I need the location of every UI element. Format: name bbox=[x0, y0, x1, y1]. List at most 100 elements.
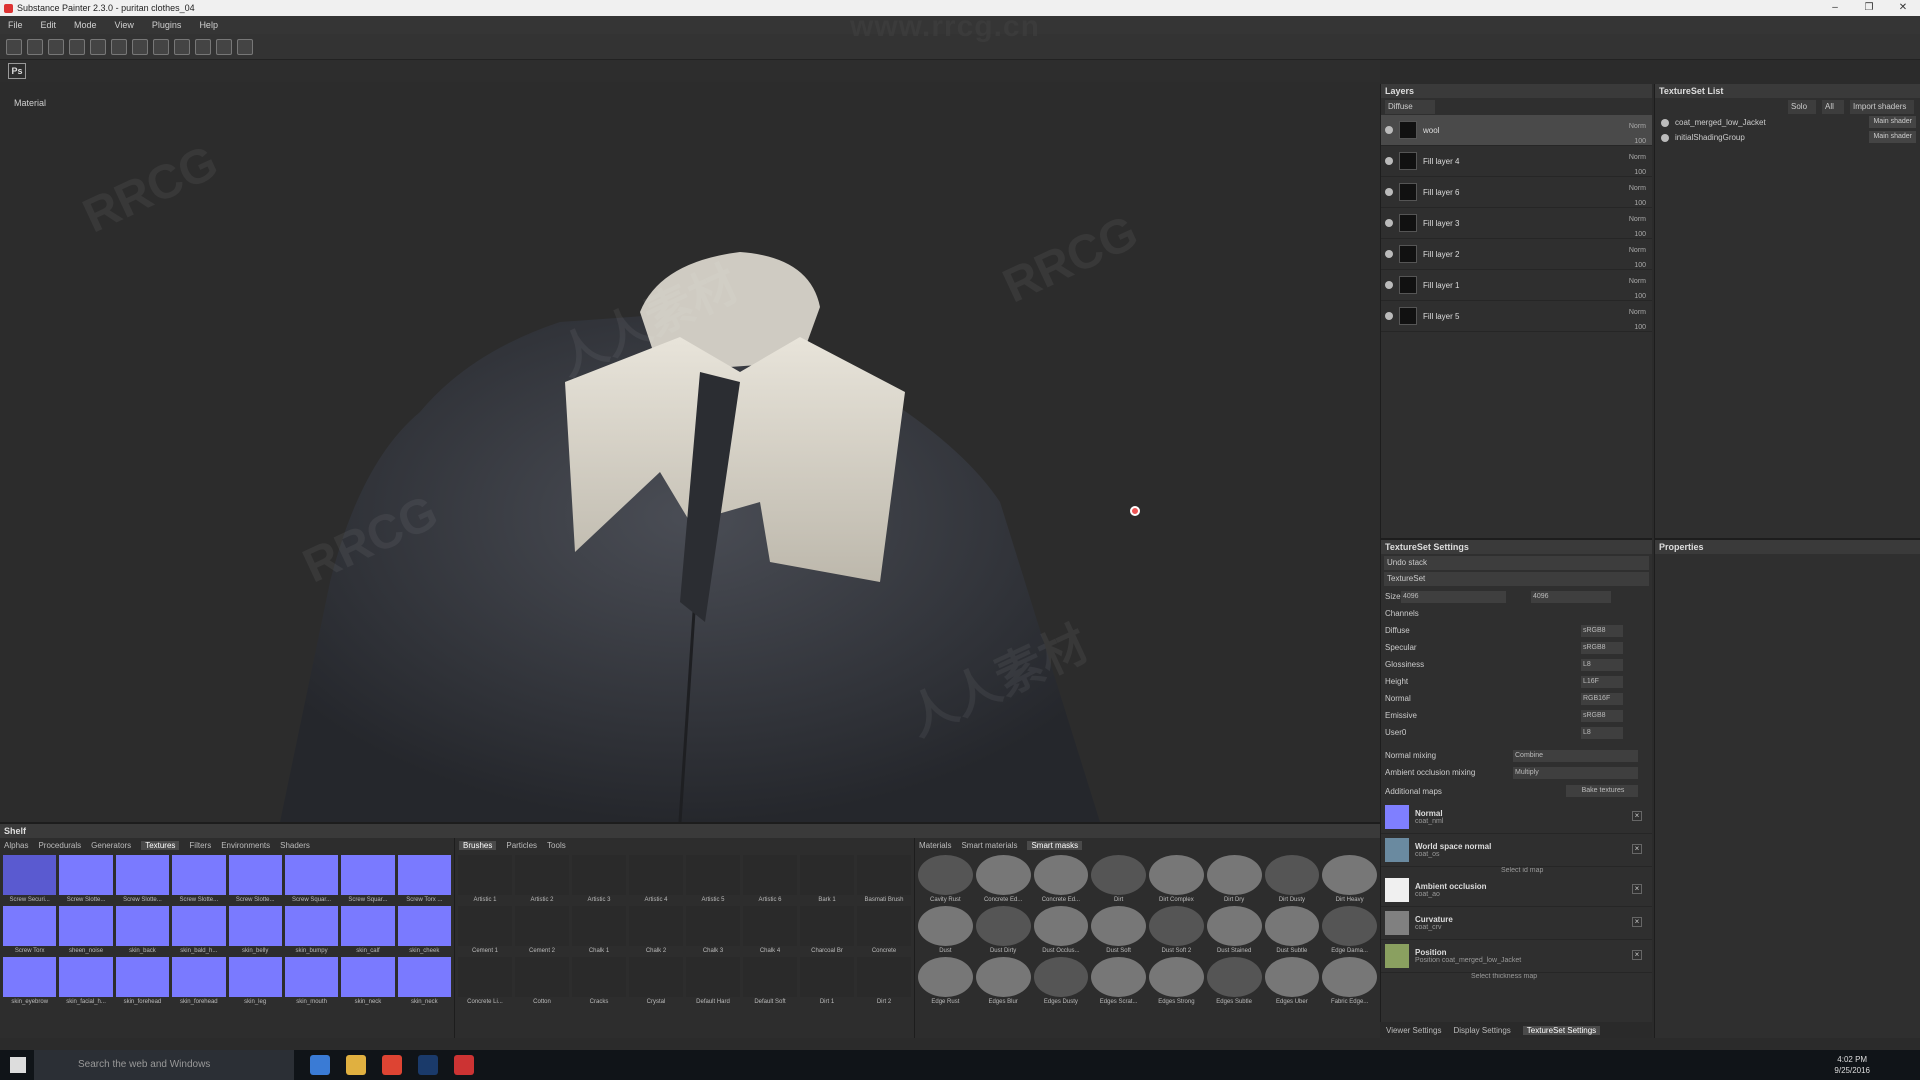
shelf-item[interactable]: Cement 1 bbox=[458, 906, 512, 954]
shelf-item[interactable]: skin_bumpy bbox=[284, 906, 339, 954]
shelf-tab[interactable]: Tools bbox=[547, 841, 566, 850]
shelf-item[interactable]: Default Soft bbox=[743, 957, 797, 1005]
geometry-decal-icon[interactable] bbox=[69, 38, 85, 55]
shelf-tab[interactable]: Environments bbox=[221, 841, 270, 850]
mirror-icon[interactable] bbox=[174, 38, 190, 55]
shader-select[interactable]: Main shader bbox=[1869, 116, 1916, 128]
shelf-tab[interactable]: Filters bbox=[189, 841, 211, 850]
textureset-item[interactable]: coat_merged_low_Jacket Main shader bbox=[1655, 115, 1920, 130]
shelf-item[interactable]: skin_eyebrow bbox=[3, 957, 57, 1005]
polygon-fill-icon[interactable] bbox=[90, 38, 106, 55]
visibility-icon[interactable] bbox=[1661, 118, 1669, 127]
shelf-item[interactable]: Concrete Ed... bbox=[1033, 855, 1089, 903]
remove-map-icon[interactable]: × bbox=[1632, 950, 1642, 960]
maximize-button[interactable]: ❐ bbox=[1852, 0, 1886, 16]
visibility-icon[interactable] bbox=[1385, 219, 1393, 227]
remove-map-icon[interactable]: × bbox=[1632, 884, 1642, 894]
channel-format-dropdown[interactable]: L8 bbox=[1581, 658, 1623, 671]
taskbar-search[interactable]: Search the web and Windows bbox=[34, 1050, 294, 1080]
shelf-item[interactable]: Artistic 4 bbox=[629, 855, 683, 903]
view-mode-icon[interactable] bbox=[237, 38, 253, 55]
shelf-item[interactable]: skin_mouth bbox=[284, 957, 339, 1005]
shelf-item[interactable]: Dirt 2 bbox=[857, 957, 911, 1005]
layer-row[interactable]: Fill layer 6 Norm 100 bbox=[1381, 177, 1652, 208]
shelf-item[interactable]: Default Hard bbox=[686, 957, 740, 1005]
all-button[interactable]: All bbox=[1822, 99, 1844, 114]
windows-start-icon[interactable] bbox=[10, 1057, 26, 1073]
visibility-icon[interactable] bbox=[1385, 250, 1393, 258]
shelf-tab[interactable]: Materials bbox=[919, 841, 951, 850]
shelf-item[interactable]: Edges Subtle bbox=[1206, 957, 1262, 1005]
shelf-item[interactable]: skin_forehead bbox=[172, 957, 226, 1005]
shelf-item[interactable]: Artistic 6 bbox=[743, 855, 797, 903]
shelf-item[interactable]: Screw Slotte... bbox=[59, 855, 113, 903]
projection-icon[interactable] bbox=[48, 38, 64, 55]
layer-row[interactable]: wool Norm 100 bbox=[1381, 115, 1652, 146]
shelf-item[interactable]: Dust Soft 2 bbox=[1149, 906, 1204, 954]
channel-format-dropdown[interactable]: RGB16F bbox=[1581, 692, 1623, 705]
additional-map-item[interactable]: Curvature coat_crv × bbox=[1381, 907, 1652, 940]
shelf-item[interactable]: Dust Subtle bbox=[1264, 906, 1320, 954]
shelf-item[interactable]: Edge Rust bbox=[918, 957, 973, 1005]
visibility-icon[interactable] bbox=[1385, 157, 1393, 165]
shelf-item[interactable]: Edges Uber bbox=[1264, 957, 1320, 1005]
layer-row[interactable]: Fill layer 5 Norm 100 bbox=[1381, 301, 1652, 332]
shelf-tab[interactable]: Particles bbox=[506, 841, 537, 850]
visibility-icon[interactable] bbox=[1385, 312, 1393, 320]
paint-brush-icon[interactable] bbox=[6, 38, 22, 55]
shelf-item[interactable]: skin_back bbox=[115, 906, 170, 954]
shelf-item[interactable]: skin_cheek bbox=[397, 906, 451, 954]
shelf-tab[interactable]: Brushes bbox=[459, 840, 497, 850]
edge-icon[interactable] bbox=[310, 1055, 330, 1075]
visibility-icon[interactable] bbox=[1385, 126, 1393, 134]
shelf-item[interactable]: Edges Dusty bbox=[1033, 957, 1089, 1005]
shelf-item[interactable]: Chalk 3 bbox=[686, 906, 740, 954]
shelf-item[interactable]: skin_belly bbox=[228, 906, 282, 954]
remove-map-icon[interactable]: × bbox=[1632, 917, 1642, 927]
shelf-item[interactable]: Dirt 1 bbox=[800, 957, 854, 1005]
textureset-item[interactable]: initialShadingGroup Main shader bbox=[1655, 130, 1920, 145]
close-button[interactable]: ✕ bbox=[1886, 0, 1920, 16]
shelf-item[interactable]: Dirt Heavy bbox=[1322, 855, 1377, 903]
3d-viewport[interactable]: Material RRCG 人人素材 RRCG 人人素材 RRCG bbox=[0, 82, 1380, 822]
shelf-item[interactable]: skin_forehead bbox=[115, 957, 170, 1005]
shelf-item[interactable]: Concrete Ed... bbox=[975, 855, 1031, 903]
shelf-item[interactable]: Edge Dama... bbox=[1322, 906, 1377, 954]
shelf-tab[interactable]: Smart materials bbox=[961, 841, 1017, 850]
channel-dropdown[interactable]: Diffuse bbox=[1385, 99, 1435, 114]
channel-format-dropdown[interactable]: sRGB8 bbox=[1581, 709, 1623, 722]
shelf-item[interactable]: skin_calf bbox=[341, 906, 395, 954]
shelf-item[interactable]: Dirt Dry bbox=[1206, 855, 1262, 903]
channel-format-dropdown[interactable]: sRGB8 bbox=[1581, 624, 1623, 637]
normal-mixing-dropdown[interactable]: Combine bbox=[1513, 749, 1638, 762]
shelf-tab[interactable]: Shaders bbox=[280, 841, 310, 850]
shelf-item[interactable]: Cotton bbox=[515, 957, 569, 1005]
shelf-item[interactable]: skin_facial_h... bbox=[59, 957, 113, 1005]
layer-row[interactable]: Fill layer 2 Norm 100 bbox=[1381, 239, 1652, 270]
select-thickness-map-button[interactable]: Select thickness map bbox=[1381, 973, 1652, 980]
photoshop-export-icon[interactable]: Ps bbox=[8, 63, 26, 79]
shelf-item[interactable]: Chalk 1 bbox=[572, 906, 626, 954]
shelf-item[interactable]: Artistic 2 bbox=[515, 855, 569, 903]
shelf-item[interactable]: skin_leg bbox=[228, 957, 282, 1005]
shelf-item[interactable]: Basmati Brush bbox=[857, 855, 911, 903]
channel-format-dropdown[interactable]: sRGB8 bbox=[1581, 641, 1623, 654]
tab-viewer-settings[interactable]: Viewer Settings bbox=[1386, 1026, 1441, 1035]
shelf-item[interactable]: Screw Slotte... bbox=[172, 855, 226, 903]
menu-view[interactable]: View bbox=[115, 20, 134, 30]
shelf-item[interactable]: Dirt Complex bbox=[1149, 855, 1204, 903]
shelf-item[interactable]: Crystal bbox=[629, 957, 683, 1005]
shelf-item[interactable]: Cavity Rust bbox=[918, 855, 973, 903]
tab-textureset-settings[interactable]: TextureSet Settings bbox=[1522, 1025, 1601, 1035]
additional-map-item[interactable]: World space normal coat_os × bbox=[1381, 834, 1652, 867]
layer-row[interactable]: Fill layer 3 Norm 100 bbox=[1381, 208, 1652, 239]
eraser-icon[interactable] bbox=[27, 38, 43, 55]
shelf-item[interactable]: Fabric Edge... bbox=[1322, 957, 1377, 1005]
shelf-item[interactable]: Dust Occlus... bbox=[1033, 906, 1089, 954]
shelf-item[interactable]: Dust Soft bbox=[1091, 906, 1146, 954]
menu-mode[interactable]: Mode bbox=[74, 20, 97, 30]
shader-select[interactable]: Main shader bbox=[1869, 131, 1916, 143]
shelf-tab[interactable]: Alphas bbox=[4, 841, 28, 850]
shelf-item[interactable]: sheen_noise bbox=[59, 906, 113, 954]
shelf-item[interactable]: Screw Squar... bbox=[341, 855, 395, 903]
